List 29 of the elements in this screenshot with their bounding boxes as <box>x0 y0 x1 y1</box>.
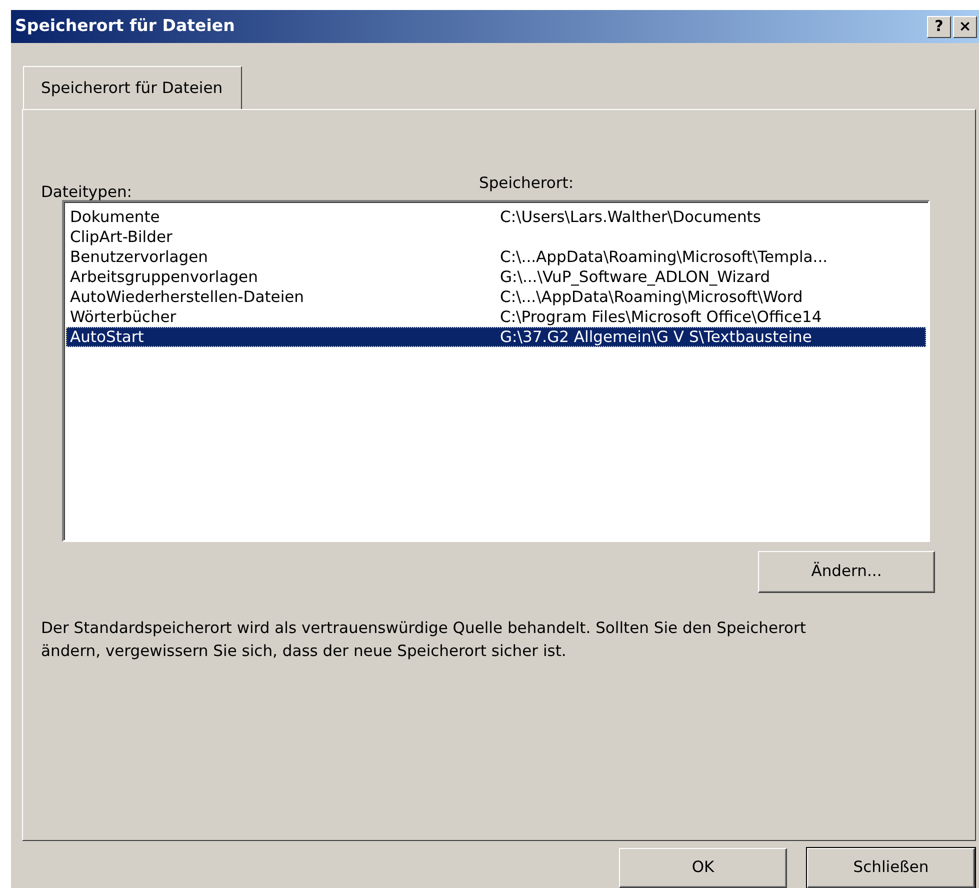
list-row[interactable]: Arbeitsgruppenvorlagen G:\...\VuP_Software_ADLON_Wizard <box>66 266 926 287</box>
location-text: C:\Users\Lars.Walther\Documents <box>500 206 761 227</box>
list-row[interactable]: AutoStart G:\37.G2 Allgemein\G V S\Textbausteine <box>66 326 926 347</box>
file-type-text: AutoWiederherstellen-Dateien <box>70 286 305 307</box>
ok-button[interactable]: OK <box>619 848 787 888</box>
location-text: G:\...\VuP_Software_ADLON_Wizard <box>500 266 770 287</box>
list-row[interactable]: AutoWiederherstellen-Dateien C:\...\AppData\Roaming\Microsoft\Word <box>66 286 926 307</box>
list-row[interactable]: ClipArt-Bilder <box>66 226 926 247</box>
info-text: Der Standardspeicherort wird als vertrauenswürdige Quelle behandelt. Sollten Sie den Speicherort ändern, vergewissern Sie sich, dass der neue Speicherort sicher ist. <box>41 618 807 662</box>
help-button[interactable]: ? <box>927 16 951 38</box>
file-type-text: ClipArt-Bilder <box>70 226 174 247</box>
list-row[interactable]: Benutzervorlagen C:\...AppData\Roaming\Microsoft\Templa... <box>66 246 926 267</box>
location-text: G:\37.G2 Allgemein\G V S\Textbausteine <box>500 326 812 347</box>
tab[interactable]: Speicherort für Dateien <box>23 66 242 110</box>
list-row[interactable]: Dokumente C:\Users\Lars.Walther\Documents <box>66 206 926 227</box>
list-row[interactable]: Wörterbücher C:\Program Files\Microsoft Office\Office14 <box>66 306 926 327</box>
file-type-text: Arbeitsgruppenvorlagen <box>70 266 259 287</box>
location-text: C:\...AppData\Roaming\Microsoft\Templa... <box>500 246 828 267</box>
close-dialog-button[interactable]: Schließen <box>807 848 975 888</box>
close-button[interactable]: × <box>953 16 977 38</box>
change-button[interactable]: Ändern... <box>758 550 935 593</box>
location-text: C:\Program Files\Microsoft Office\Office14 <box>500 306 822 327</box>
file-type-text: Dokumente <box>70 206 161 227</box>
column-label: Speicherort: <box>479 172 574 194</box>
file-type-text: AutoStart <box>70 326 145 347</box>
window-title: Speicherort für Dateien <box>15 15 236 38</box>
file-type-text: Wörterbücher <box>70 306 178 327</box>
location-text: C:\...\AppData\Roaming\Microsoft\Word <box>500 286 803 307</box>
file-type-text: Benutzervorlagen <box>70 246 209 267</box>
